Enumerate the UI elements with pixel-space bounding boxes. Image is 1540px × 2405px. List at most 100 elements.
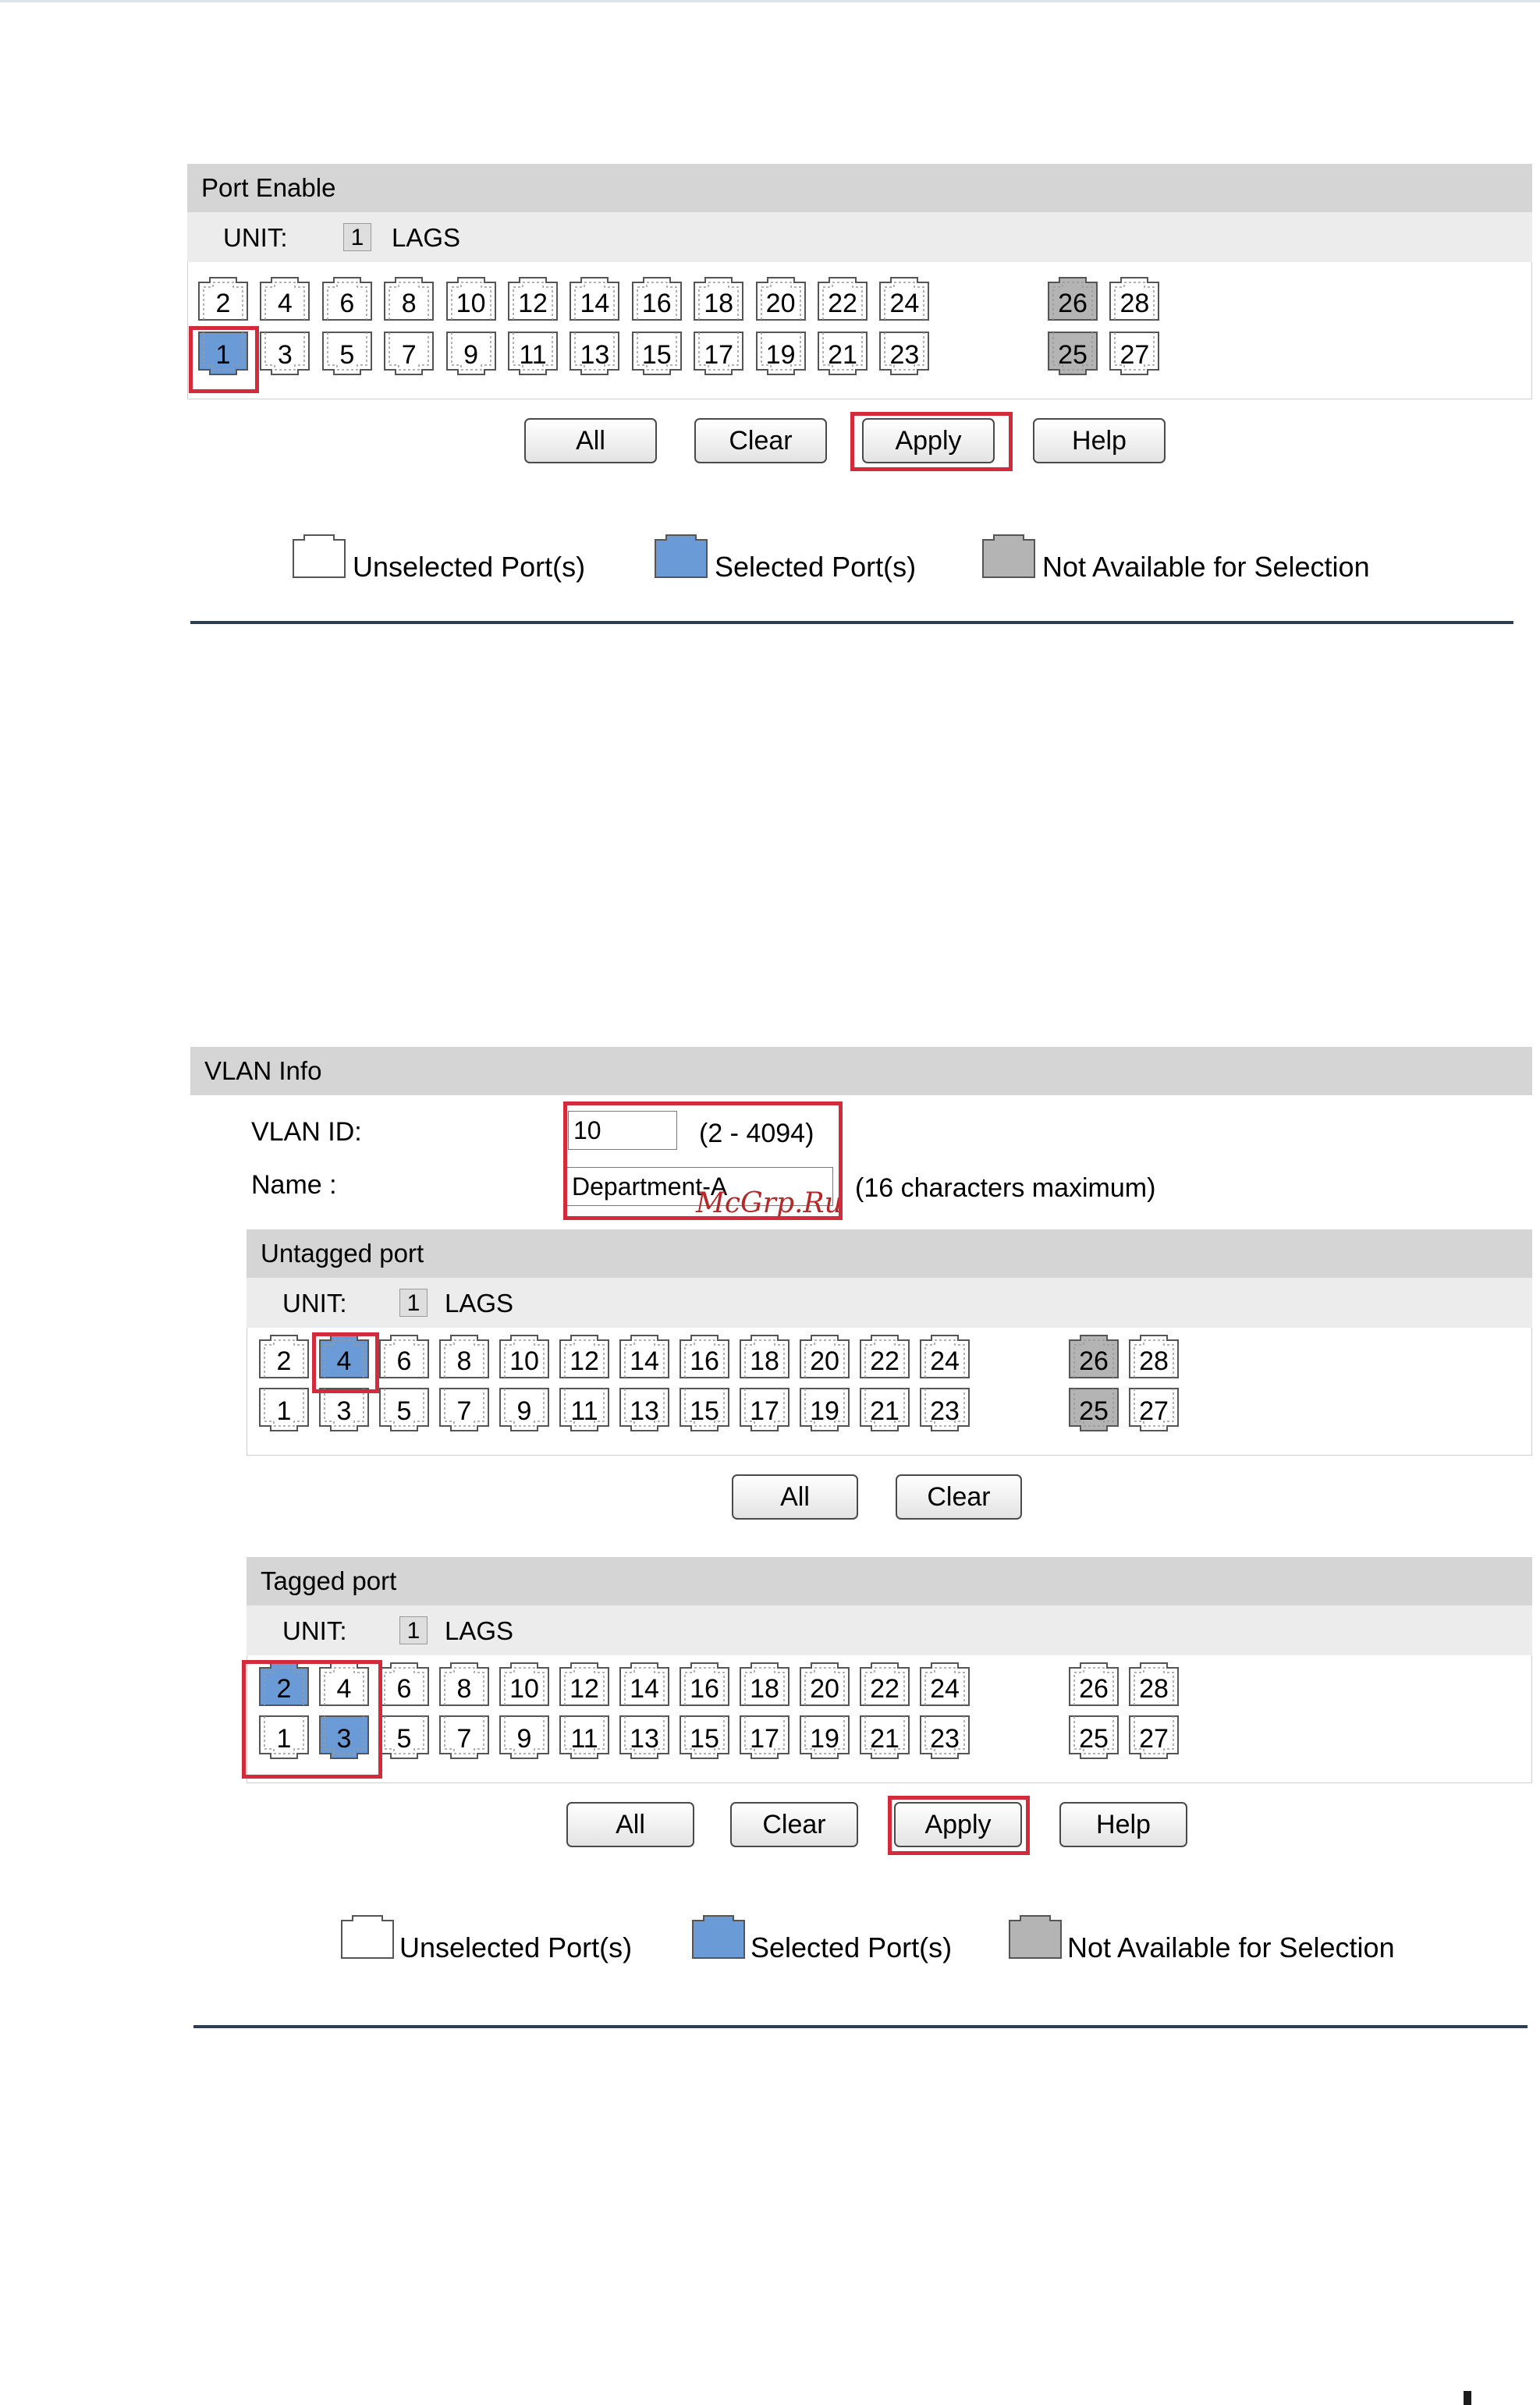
- port-1[interactable]: 1: [258, 1387, 310, 1432]
- port-label: 25: [1079, 1396, 1109, 1426]
- port-14[interactable]: 14: [619, 1334, 670, 1379]
- unit-selector[interactable]: 1: [399, 1289, 428, 1317]
- port-label: 26: [1079, 1674, 1109, 1704]
- port-22[interactable]: 22: [817, 276, 868, 321]
- tagged-clear-button[interactable]: Clear: [730, 1802, 858, 1847]
- port-15[interactable]: 15: [631, 331, 683, 376]
- port-label: 21: [870, 1724, 900, 1754]
- lags-link[interactable]: LAGS: [445, 1616, 513, 1646]
- port-5[interactable]: 5: [378, 1715, 430, 1760]
- port-24[interactable]: 24: [919, 1662, 970, 1707]
- port-12[interactable]: 12: [559, 1334, 610, 1379]
- port-19[interactable]: 19: [799, 1715, 850, 1760]
- port-21[interactable]: 21: [859, 1387, 910, 1432]
- port-23[interactable]: 23: [878, 331, 930, 376]
- port-13[interactable]: 13: [619, 1715, 670, 1760]
- port-5[interactable]: 5: [378, 1387, 430, 1432]
- tagged-all-button[interactable]: All: [566, 1802, 694, 1847]
- port-25[interactable]: 25: [1068, 1715, 1120, 1760]
- port-17[interactable]: 17: [693, 331, 744, 376]
- port-10[interactable]: 10: [445, 276, 497, 321]
- port-10[interactable]: 10: [499, 1662, 550, 1707]
- port-5[interactable]: 5: [321, 331, 373, 376]
- port-11[interactable]: 11: [507, 331, 559, 376]
- port-16[interactable]: 16: [679, 1334, 730, 1379]
- port-15[interactable]: 15: [679, 1715, 730, 1760]
- port-18[interactable]: 18: [739, 1334, 790, 1379]
- port-18[interactable]: 18: [739, 1662, 790, 1707]
- unselected-port-legend-label: Unselected Port(s): [353, 551, 586, 583]
- port-24[interactable]: 24: [878, 276, 930, 321]
- port-label: 27: [1139, 1724, 1169, 1754]
- port-14[interactable]: 14: [619, 1662, 670, 1707]
- port-21[interactable]: 21: [859, 1715, 910, 1760]
- port-12[interactable]: 12: [559, 1662, 610, 1707]
- untagged-all-button[interactable]: All: [732, 1474, 858, 1520]
- port-2[interactable]: 2: [258, 1334, 310, 1379]
- port-20[interactable]: 20: [799, 1662, 850, 1707]
- port-2[interactable]: 2: [197, 276, 249, 321]
- help-button[interactable]: Help: [1033, 418, 1166, 463]
- unit-selector[interactable]: 1: [399, 1616, 428, 1644]
- port-8[interactable]: 8: [438, 1662, 490, 1707]
- port-6[interactable]: 6: [378, 1662, 430, 1707]
- port-9[interactable]: 9: [499, 1387, 550, 1432]
- name-label: Name :: [251, 1170, 337, 1200]
- port-23[interactable]: 23: [919, 1387, 970, 1432]
- port-3[interactable]: 3: [259, 331, 310, 376]
- port-7[interactable]: 7: [438, 1387, 490, 1432]
- lags-link[interactable]: LAGS: [445, 1289, 513, 1318]
- port-28[interactable]: 28: [1128, 1662, 1180, 1707]
- port-17[interactable]: 17: [739, 1387, 790, 1432]
- port-16[interactable]: 16: [631, 276, 683, 321]
- port-6[interactable]: 6: [321, 276, 373, 321]
- port-27[interactable]: 27: [1109, 331, 1160, 376]
- vlan-name-hint: (16 characters maximum): [855, 1173, 1156, 1203]
- all-button[interactable]: All: [524, 418, 657, 463]
- vlan-info-header: VLAN Info: [190, 1047, 1532, 1095]
- port-13[interactable]: 13: [569, 331, 620, 376]
- port-label: 26: [1079, 1346, 1109, 1376]
- port-16[interactable]: 16: [679, 1662, 730, 1707]
- port-15[interactable]: 15: [679, 1387, 730, 1432]
- port-14[interactable]: 14: [569, 276, 620, 321]
- port-18[interactable]: 18: [693, 276, 744, 321]
- port-9[interactable]: 9: [445, 331, 497, 376]
- tagged-help-button[interactable]: Help: [1059, 1802, 1187, 1847]
- port-19[interactable]: 19: [799, 1387, 850, 1432]
- port-8[interactable]: 8: [383, 276, 435, 321]
- port-27[interactable]: 27: [1128, 1715, 1180, 1760]
- port-22[interactable]: 22: [859, 1662, 910, 1707]
- port-26[interactable]: 26: [1068, 1662, 1120, 1707]
- port-20[interactable]: 20: [799, 1334, 850, 1379]
- selected-port-legend-label: Selected Port(s): [715, 551, 917, 583]
- highlight-vlan-fields: [563, 1101, 843, 1220]
- port-13[interactable]: 13: [619, 1387, 670, 1432]
- port-22[interactable]: 22: [859, 1334, 910, 1379]
- port-17[interactable]: 17: [739, 1715, 790, 1760]
- port-7[interactable]: 7: [383, 331, 435, 376]
- port-20[interactable]: 20: [755, 276, 807, 321]
- port-label: 18: [750, 1346, 779, 1376]
- port-9[interactable]: 9: [499, 1715, 550, 1760]
- port-3[interactable]: 3: [318, 1387, 370, 1432]
- port-23[interactable]: 23: [919, 1715, 970, 1760]
- port-27[interactable]: 27: [1128, 1387, 1180, 1432]
- port-10[interactable]: 10: [499, 1334, 550, 1379]
- port-4[interactable]: 4: [259, 276, 310, 321]
- port-11[interactable]: 11: [559, 1387, 610, 1432]
- port-28[interactable]: 28: [1128, 1334, 1180, 1379]
- unit-selector[interactable]: 1: [343, 223, 371, 251]
- port-8[interactable]: 8: [438, 1334, 490, 1379]
- port-28[interactable]: 28: [1109, 276, 1160, 321]
- port-21[interactable]: 21: [817, 331, 868, 376]
- port-24[interactable]: 24: [919, 1334, 970, 1379]
- port-19[interactable]: 19: [755, 331, 807, 376]
- port-6[interactable]: 6: [378, 1334, 430, 1379]
- clear-button[interactable]: Clear: [694, 418, 827, 463]
- port-11[interactable]: 11: [559, 1715, 610, 1760]
- port-7[interactable]: 7: [438, 1715, 490, 1760]
- untagged-clear-button[interactable]: Clear: [896, 1474, 1022, 1520]
- lags-link[interactable]: LAGS: [392, 223, 460, 253]
- port-12[interactable]: 12: [507, 276, 559, 321]
